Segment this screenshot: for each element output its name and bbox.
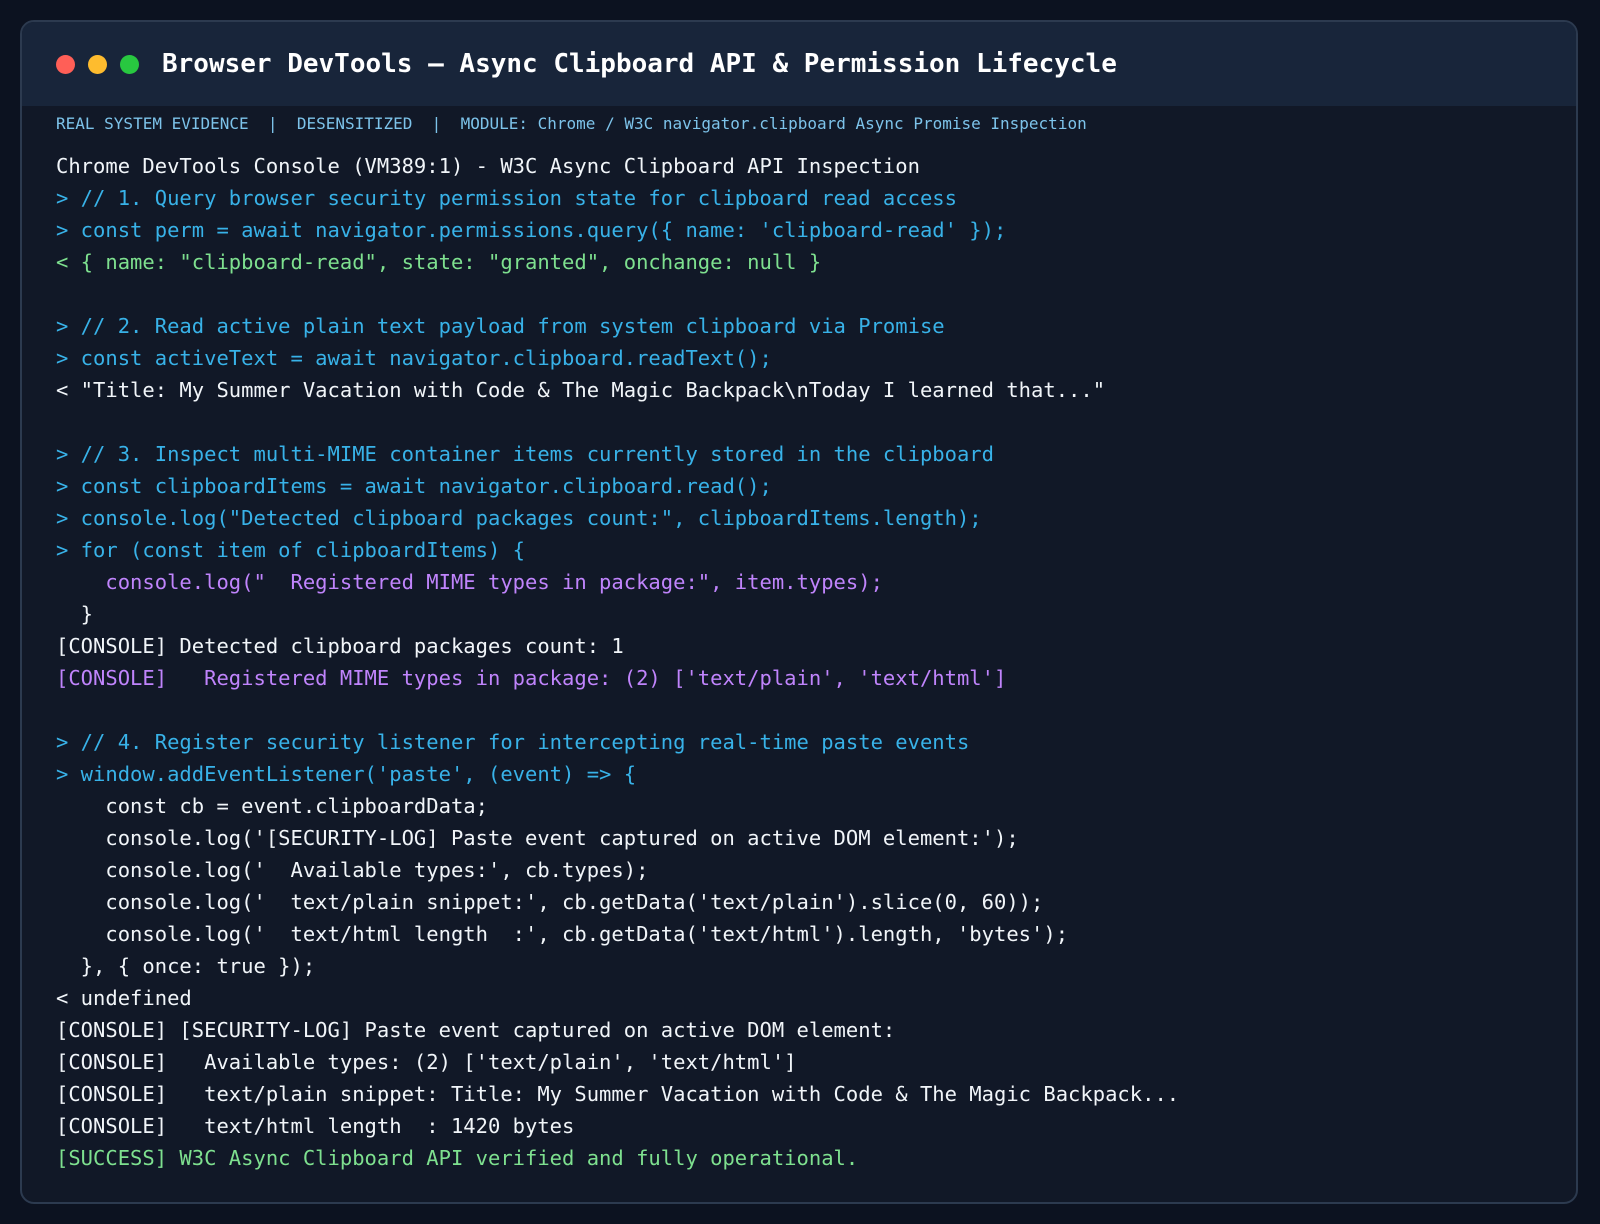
console-line-input: > const activeText = await navigator.cli… bbox=[56, 346, 772, 370]
console-blank-line bbox=[56, 278, 1179, 310]
console-line-plain: }, { once: true }); bbox=[56, 954, 316, 978]
console-line-plain: [CONSOLE] text/plain snippet: Title: My … bbox=[56, 1082, 1180, 1106]
console-line-input: > // 4. Register security listener for i… bbox=[56, 730, 970, 754]
evidence-banner: REAL SYSTEM EVIDENCE | DESENSITIZED | MO… bbox=[56, 114, 1087, 133]
console-line-input: > // 3. Inspect multi-MIME container ite… bbox=[56, 442, 994, 466]
console-line-input: > const perm = await navigator.permissio… bbox=[56, 218, 1007, 242]
console-blank-line bbox=[56, 694, 1179, 726]
console-line-header: Chrome DevTools Console (VM389:1) - W3C … bbox=[56, 154, 920, 178]
title-bar: Browser DevTools — Async Clipboard API &… bbox=[22, 22, 1576, 106]
console-line-plain: console.log(' text/plain snippet:', cb.g… bbox=[56, 890, 1044, 914]
console-line-purple: console.log(" Registered MIME types in p… bbox=[56, 570, 883, 594]
console-line-plain: console.log('[SECURITY-LOG] Paste event … bbox=[56, 826, 1019, 850]
console-line-purple: [CONSOLE] Registered MIME types in packa… bbox=[56, 666, 1007, 690]
console-line-input: > const clipboardItems = await navigator… bbox=[56, 474, 772, 498]
maximize-dot[interactable] bbox=[120, 54, 139, 74]
console-line-input: > // 2. Read active plain text payload f… bbox=[56, 314, 945, 338]
console-line-plain: [CONSOLE] [SECURITY-LOG] Paste event cap… bbox=[56, 1018, 896, 1042]
console-line-result-obj: < { name: "clipboard-read", state: "gran… bbox=[56, 250, 822, 274]
console-line-plain: [CONSOLE] text/html length : 1420 bytes bbox=[56, 1114, 575, 1138]
console-line-input: > console.log("Detected clipboard packag… bbox=[56, 506, 982, 530]
console-line-plain: console.log(' text/html length :', cb.ge… bbox=[56, 922, 1069, 946]
console-blank-line bbox=[56, 406, 1179, 438]
console-line-plain: console.log(' Available types:', cb.type… bbox=[56, 858, 649, 882]
minimize-dot[interactable] bbox=[88, 54, 107, 74]
close-dot[interactable] bbox=[56, 54, 75, 74]
devtools-window: Browser DevTools — Async Clipboard API &… bbox=[20, 20, 1578, 1204]
console-line-plain: < "Title: My Summer Vacation with Code &… bbox=[56, 378, 1106, 402]
console-output: Chrome DevTools Console (VM389:1) - W3C … bbox=[56, 150, 1179, 1174]
console-line-plain: [CONSOLE] Available types: (2) ['text/pl… bbox=[56, 1050, 797, 1074]
console-line-success: [SUCCESS] W3C Async Clipboard API verifi… bbox=[56, 1146, 859, 1170]
window-title: Browser DevTools — Async Clipboard API &… bbox=[162, 49, 1117, 79]
console-line-plain: < undefined bbox=[56, 986, 192, 1010]
console-line-plain: } bbox=[56, 602, 94, 626]
console-line-input: > // 1. Query browser security permissio… bbox=[56, 186, 957, 210]
console-line-input: > window.addEventListener('paste', (even… bbox=[56, 762, 637, 786]
console-line-input: > for (const item of clipboardItems) { bbox=[56, 538, 525, 562]
console-line-plain: const cb = event.clipboardData; bbox=[56, 794, 488, 818]
console-line-plain: [CONSOLE] Detected clipboard packages co… bbox=[56, 634, 624, 658]
